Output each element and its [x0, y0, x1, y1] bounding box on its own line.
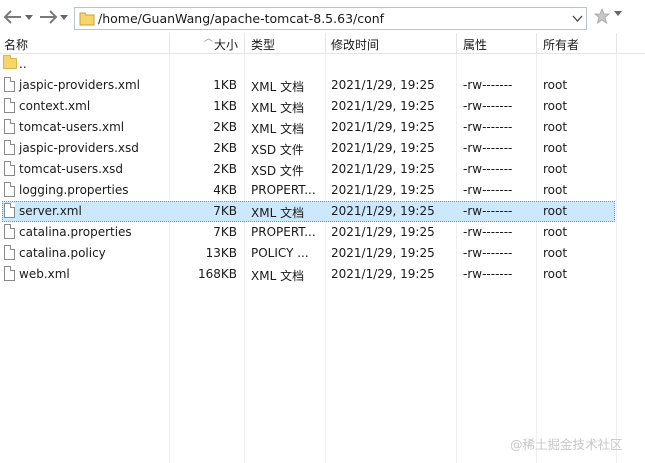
file-owner: root — [543, 162, 568, 176]
file-attributes: -rw------- — [463, 162, 513, 176]
back-arrow-icon — [3, 10, 21, 24]
file-type: PROPERT... — [251, 225, 316, 239]
file-type: XML 文档 — [251, 101, 305, 115]
back-history-dropdown[interactable] — [25, 7, 33, 27]
file-modified: 2021/1/29, 19:25 — [331, 141, 435, 155]
chevron-down-icon — [614, 11, 622, 16]
file-modified: 2021/1/29, 19:25 — [331, 183, 435, 197]
file-row[interactable]: jaspic-providers.xsd 2KB XSD 文件 2021/1/29, … — [0, 138, 645, 159]
file-row[interactable]: logging.properties 4KB PROPERT... 2021/1/29… — [0, 180, 645, 201]
file-modified: 2021/1/29, 19:25 — [331, 225, 435, 239]
file-row[interactable]: tomcat-users.xml 2KB XML 文档 2021/1/29, 19:2… — [0, 117, 645, 138]
file-row[interactable]: context.xml 1KB XML 文档 2021/1/29, 19:25 -rw-… — [0, 96, 645, 117]
column-size[interactable]: 大小 — [214, 36, 238, 53]
forward-arrow-icon — [40, 10, 58, 24]
file-modified: 2021/1/29, 19:25 — [331, 162, 435, 176]
file-attributes: -rw------- — [463, 183, 513, 197]
file-size: 4KB — [213, 183, 237, 197]
bookmark-star-icon[interactable] — [594, 8, 610, 24]
file-modified: 2021/1/29, 19:25 — [331, 120, 435, 134]
file-owner: root — [543, 204, 568, 218]
path-input[interactable]: /home/GuanWang/apache-tomcat-8.5.63/conf — [74, 7, 587, 30]
file-modified: 2021/1/29, 19:25 — [331, 99, 435, 113]
column-owner[interactable]: 所有者 — [543, 36, 579, 53]
chevron-down-icon — [25, 14, 33, 20]
file-owner: root — [543, 78, 568, 92]
file-modified: 2021/1/29, 19:25 — [331, 267, 435, 281]
watermark: @稀土掘金技术社区 — [510, 437, 623, 452]
file-attributes: -rw------- — [463, 267, 513, 281]
file-size: 2KB — [213, 162, 237, 176]
path-text: /home/GuanWang/apache-tomcat-8.5.63/conf — [98, 11, 385, 26]
toolbar: /home/GuanWang/apache-tomcat-8.5.63/conf — [0, 0, 645, 34]
file-type: XSD 文件 — [251, 143, 304, 157]
column-modified[interactable]: 修改时间 — [331, 36, 379, 53]
file-type: XML 文档 — [251, 122, 305, 136]
column-type[interactable]: 类型 — [251, 36, 275, 53]
file-size: 7KB — [213, 225, 237, 239]
file-size: 2KB — [213, 120, 237, 134]
file-modified: 2021/1/29, 19:25 — [331, 246, 435, 260]
file-size: 2KB — [213, 141, 237, 155]
file-row[interactable]: jaspic-providers.xml 1KB XML 文档 2021/1/29, … — [0, 75, 645, 96]
file-type: XML 文档 — [251, 80, 305, 94]
chevron-down-icon — [60, 14, 68, 20]
file-size: 168KB — [197, 267, 237, 281]
forward-button[interactable] — [38, 7, 58, 27]
file-row[interactable]: server.xml 7KB XML 文档 2021/1/29, 19:25 -rw--… — [0, 201, 645, 222]
file-type: XML 文档 — [251, 269, 305, 283]
file-type: POLICY ... — [251, 246, 309, 260]
file-attributes: -rw------- — [463, 204, 513, 218]
column-header: 名称 ︿ 大小 类型 修改时间 属性 所有者 — [0, 33, 645, 54]
file-row[interactable]: web.xml 168KB XML 文档 2021/1/29, 19:25 -rw---… — [0, 264, 645, 285]
file-attributes: -rw------- — [463, 225, 513, 239]
column-name[interactable]: 名称 — [4, 36, 28, 53]
file-type: PROPERT... — [251, 183, 316, 197]
file-attributes: -rw------- — [463, 99, 513, 113]
bookmark-dropdown[interactable] — [614, 11, 622, 16]
folder-icon — [79, 12, 95, 26]
file-size: 1KB — [213, 99, 237, 113]
file-list: .. jaspic-providers.xml 1KB XML 文档 2021/1/2… — [0, 54, 645, 285]
back-button[interactable] — [3, 7, 23, 27]
parent-directory-row[interactable]: .. — [0, 54, 645, 75]
file-modified: 2021/1/29, 19:25 — [331, 78, 435, 92]
file-row[interactable]: tomcat-users.xsd 2KB XSD 文件 2021/1/29, 19:2… — [0, 159, 645, 180]
file-type: XML 文档 — [251, 206, 305, 220]
column-attributes[interactable]: 属性 — [463, 36, 487, 53]
forward-history-dropdown[interactable] — [60, 7, 68, 27]
file-size: 13KB — [205, 246, 237, 260]
chevron-down-icon[interactable] — [572, 13, 583, 24]
file-owner: root — [543, 99, 568, 113]
file-row[interactable]: catalina.properties 7KB PROPERT... 2021/1/2… — [0, 222, 645, 243]
file-owner: root — [543, 183, 568, 197]
file-owner: root — [543, 141, 568, 155]
file-modified: 2021/1/29, 19:25 — [331, 204, 435, 218]
file-attributes: -rw------- — [463, 78, 513, 92]
file-attributes: -rw------- — [463, 246, 513, 260]
file-size: 7KB — [213, 204, 237, 218]
folder-icon — [3, 55, 17, 69]
file-owner: root — [543, 267, 568, 281]
file-size: 1KB — [213, 78, 237, 92]
file-owner: root — [543, 120, 568, 134]
file-owner: root — [543, 246, 568, 260]
file-owner: root — [543, 225, 568, 239]
file-row[interactable]: catalina.policy 13KB POLICY ... 2021/1/29, … — [0, 243, 645, 264]
file-attributes: -rw------- — [463, 141, 513, 155]
file-name: .. — [19, 57, 27, 71]
file-type: XSD 文件 — [251, 164, 304, 178]
sort-ascending-icon: ︿ — [204, 34, 214, 44]
file-attributes: -rw------- — [463, 120, 513, 134]
